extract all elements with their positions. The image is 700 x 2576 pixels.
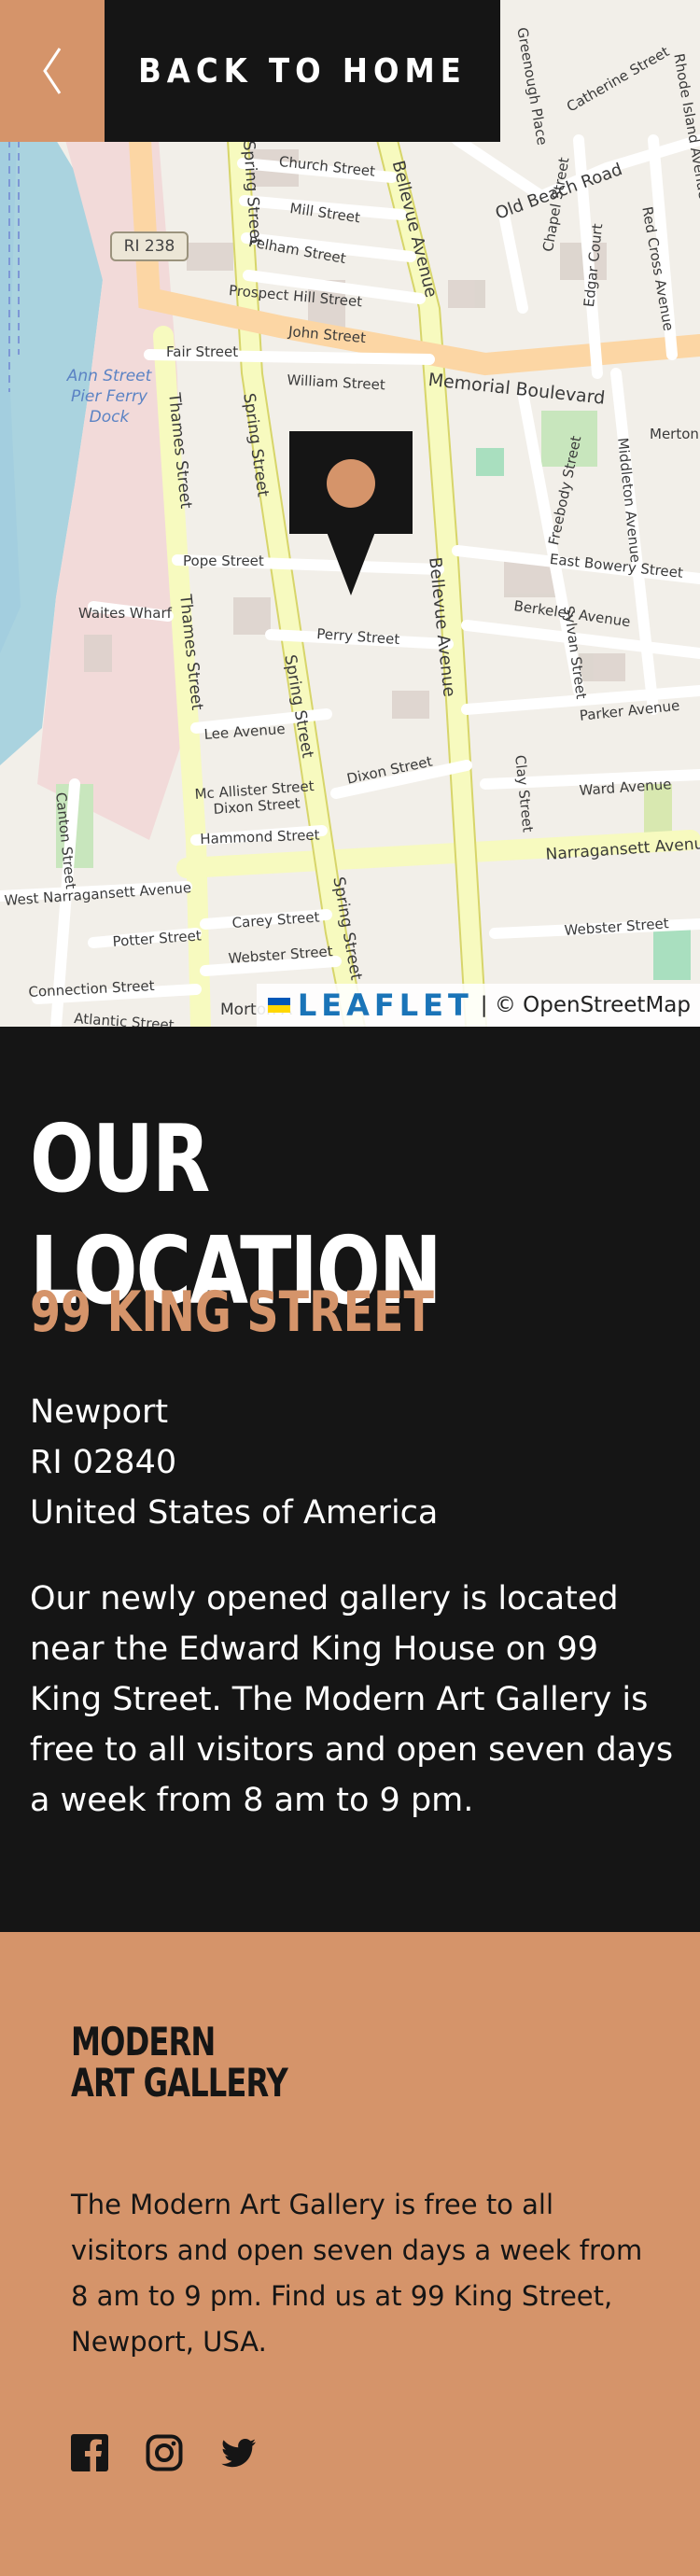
facebook-icon[interactable]	[71, 2434, 108, 2471]
location-street: 99 KING STREET	[30, 1280, 434, 1345]
logo-line: ART GALLERY	[71, 2060, 288, 2106]
footer-text: The Modern Art Gallery is free to all vi…	[71, 2189, 643, 2358]
location-section: OUR LOCATION 99 KING STREET Newport RI 0…	[0, 1027, 700, 1932]
leaflet-link[interactable]: LEAFLET	[298, 987, 473, 1023]
gallery-logo[interactable]: MODERN ART GALLERY	[71, 2019, 288, 2106]
map-pin-tail	[327, 532, 375, 595]
street-label: Fair Street	[166, 343, 239, 360]
twitter-icon[interactable]	[220, 2434, 258, 2471]
ferry-dock-label: Ann Street Pier Ferry Dock	[66, 367, 152, 427]
social-links	[71, 2434, 258, 2471]
map-attribution: LEAFLET | © OpenStreetMap	[256, 984, 700, 1027]
location-description: Our newly opened gallery is located near…	[30, 1580, 674, 1819]
address-city: Newport	[30, 1393, 169, 1431]
back-button[interactable]	[0, 0, 105, 142]
footer: MODERN ART GALLERY The Modern Art Galler…	[0, 1932, 700, 2576]
address-country: United States of America	[30, 1494, 439, 1532]
ukraine-flag-icon	[267, 998, 290, 1013]
street-label: Merton	[650, 426, 699, 442]
map-pin-dot	[327, 459, 375, 508]
osm-attribution[interactable]: | © OpenStreetMap	[481, 993, 691, 1017]
address: Newport RI 02840 United States of Americ…	[30, 1387, 438, 1538]
logo-line: MODERN	[71, 2019, 216, 2065]
back-to-home-link[interactable]: BACK TO HOME	[105, 0, 500, 142]
street-label: Waites Wharf	[78, 605, 172, 622]
instagram-icon[interactable]	[146, 2434, 183, 2471]
route-shield: RI 238	[110, 231, 189, 261]
street-label: Pope Street	[183, 553, 264, 569]
address-state-zip: RI 02840	[30, 1444, 177, 1481]
chevron-left-icon	[43, 48, 62, 94]
location-map[interactable]: RI 238 Ann Street Pier Ferry Dock Church…	[0, 0, 700, 1027]
